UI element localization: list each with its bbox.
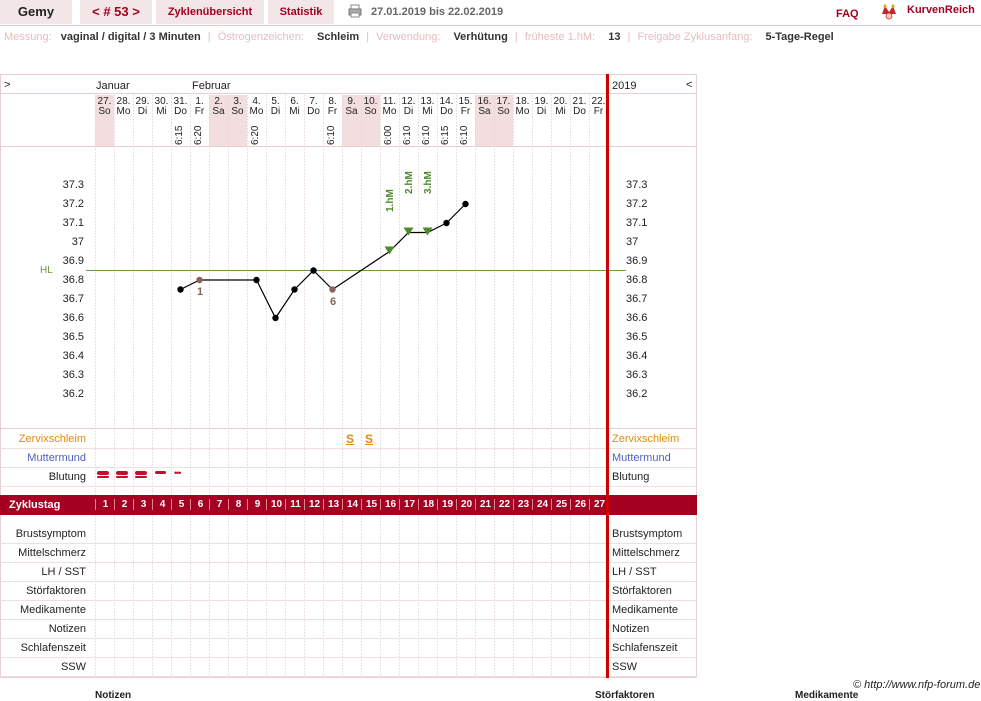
- cycle-day-number: 21: [475, 499, 495, 510]
- label-schlaf-right: Schlafenszeit: [612, 642, 678, 654]
- row-divider: [0, 676, 697, 677]
- label-ssw-right: SSW: [612, 661, 638, 673]
- label-lh: LH / SST: [41, 566, 86, 578]
- label-stoer-right: Störfaktoren: [612, 585, 672, 597]
- label-ssw: SSW: [60, 661, 86, 673]
- temperature-point[interactable]: [310, 267, 317, 274]
- zyklustag-label: Zyklustag: [9, 499, 61, 511]
- temperature-point[interactable]: [462, 200, 469, 208]
- mucus-marker: S: [346, 432, 355, 446]
- bleeding-marker: [116, 471, 128, 475]
- row-divider: [0, 638, 697, 639]
- row-divider: [0, 657, 697, 658]
- cycle-day-number: 4: [152, 499, 172, 510]
- marker-2hm: 2.hM: [404, 171, 415, 194]
- label-zervixschleim: Zervixschleim: [18, 433, 86, 445]
- label-medi-right: Medikamente: [612, 604, 679, 616]
- cycle-day-number: 23: [513, 499, 533, 510]
- row-divider: [0, 562, 697, 563]
- row-divider: [0, 619, 697, 620]
- spotting-marker: •••: [174, 468, 182, 478]
- bleeding-marker: [155, 471, 166, 474]
- curve-line: [180, 203, 466, 320]
- label-blutung-right: Blutung: [612, 471, 650, 483]
- label-brust: Brustsymptom: [15, 528, 86, 540]
- cycle-end-line: [606, 74, 609, 678]
- row-divider: [0, 581, 697, 582]
- row-divider: [0, 600, 697, 601]
- label-lh-right: LH / SST: [612, 566, 657, 578]
- bleeding-marker: [116, 476, 128, 478]
- cycle-day-number: 16: [380, 499, 400, 510]
- label-schlaf: Schlafenszeit: [20, 642, 86, 654]
- label-medi: Medikamente: [19, 604, 86, 616]
- copyright: © http://www.nfp-forum.de: [853, 679, 981, 691]
- cycle-day-number: 25: [551, 499, 571, 510]
- label-mittel: Mittelschmerz: [18, 547, 86, 559]
- cycle-day-number: 24: [532, 499, 552, 510]
- lower-marker-6: 6: [330, 296, 337, 308]
- cycle-day-number: 9: [247, 499, 267, 510]
- lower-marker-1: 1: [197, 286, 204, 298]
- marker-3hm: 3.hM: [423, 171, 434, 194]
- cycle-day-number: 18: [418, 499, 438, 510]
- temperature-point[interactable]: [291, 286, 298, 293]
- cycle-day-number: 6: [190, 499, 210, 510]
- bleeding-marker: [97, 471, 109, 475]
- bleeding-marker: [135, 471, 147, 475]
- cycle-day-number: 20: [456, 499, 476, 510]
- row-divider: [0, 543, 697, 544]
- cycle-day-number: 13: [323, 499, 343, 510]
- cycle-day-number: 12: [304, 499, 324, 510]
- label-brust-right: Brustsymptom: [612, 528, 683, 540]
- cycle-day-number: 3: [133, 499, 153, 510]
- bleeding-marker: [135, 476, 147, 478]
- cycle-day-number: 10: [266, 499, 286, 510]
- label-muttermund: Muttermund: [27, 452, 86, 464]
- hm-triangle-point[interactable]: [422, 227, 433, 236]
- temperature-point[interactable]: [443, 219, 450, 227]
- marker-1hm: 1.hM: [385, 189, 396, 212]
- bleeding-marker: [97, 476, 109, 478]
- temperature-curve: [177, 200, 469, 322]
- cycle-day-number: 19: [437, 499, 457, 510]
- cycle-day-number: 7: [209, 499, 229, 510]
- cycle-day-number: 15: [361, 499, 381, 510]
- label-zervixschleim-right: Zervixschleim: [612, 433, 680, 445]
- label-notizen-right: Notizen: [612, 623, 650, 635]
- cycle-day-number: 2: [114, 499, 134, 510]
- cycle-day-number: 17: [399, 499, 419, 510]
- cycle-chart: > Januar Februar 2019 < 27. So 28. Mo 29. Di 3…: [0, 0, 981, 696]
- cycle-day-number: 5: [171, 499, 191, 510]
- cycle-day-number: 8: [228, 499, 248, 510]
- temperature-point[interactable]: [253, 276, 260, 284]
- cycle-day-number: 1: [95, 499, 115, 510]
- hm-triangle-point[interactable]: [403, 227, 414, 236]
- cycle-day-number: 22: [494, 499, 514, 510]
- cycle-day-number: 14: [342, 499, 362, 510]
- cycle-day-number: 11: [285, 499, 305, 510]
- label-mittel-right: Mittelschmerz: [612, 547, 680, 559]
- cycle-day-number: 26: [570, 499, 590, 510]
- temperature-point[interactable]: [329, 286, 336, 293]
- mucus-marker: S: [365, 432, 374, 446]
- temperature-point[interactable]: [177, 286, 184, 293]
- temperature-point[interactable]: [196, 276, 203, 284]
- label-muttermund-right: Muttermund: [612, 452, 671, 464]
- label-stoer: Störfaktoren: [26, 585, 86, 597]
- temperature-point[interactable]: [272, 314, 279, 322]
- label-notizen: Notizen: [48, 623, 86, 635]
- label-blutung: Blutung: [48, 471, 86, 483]
